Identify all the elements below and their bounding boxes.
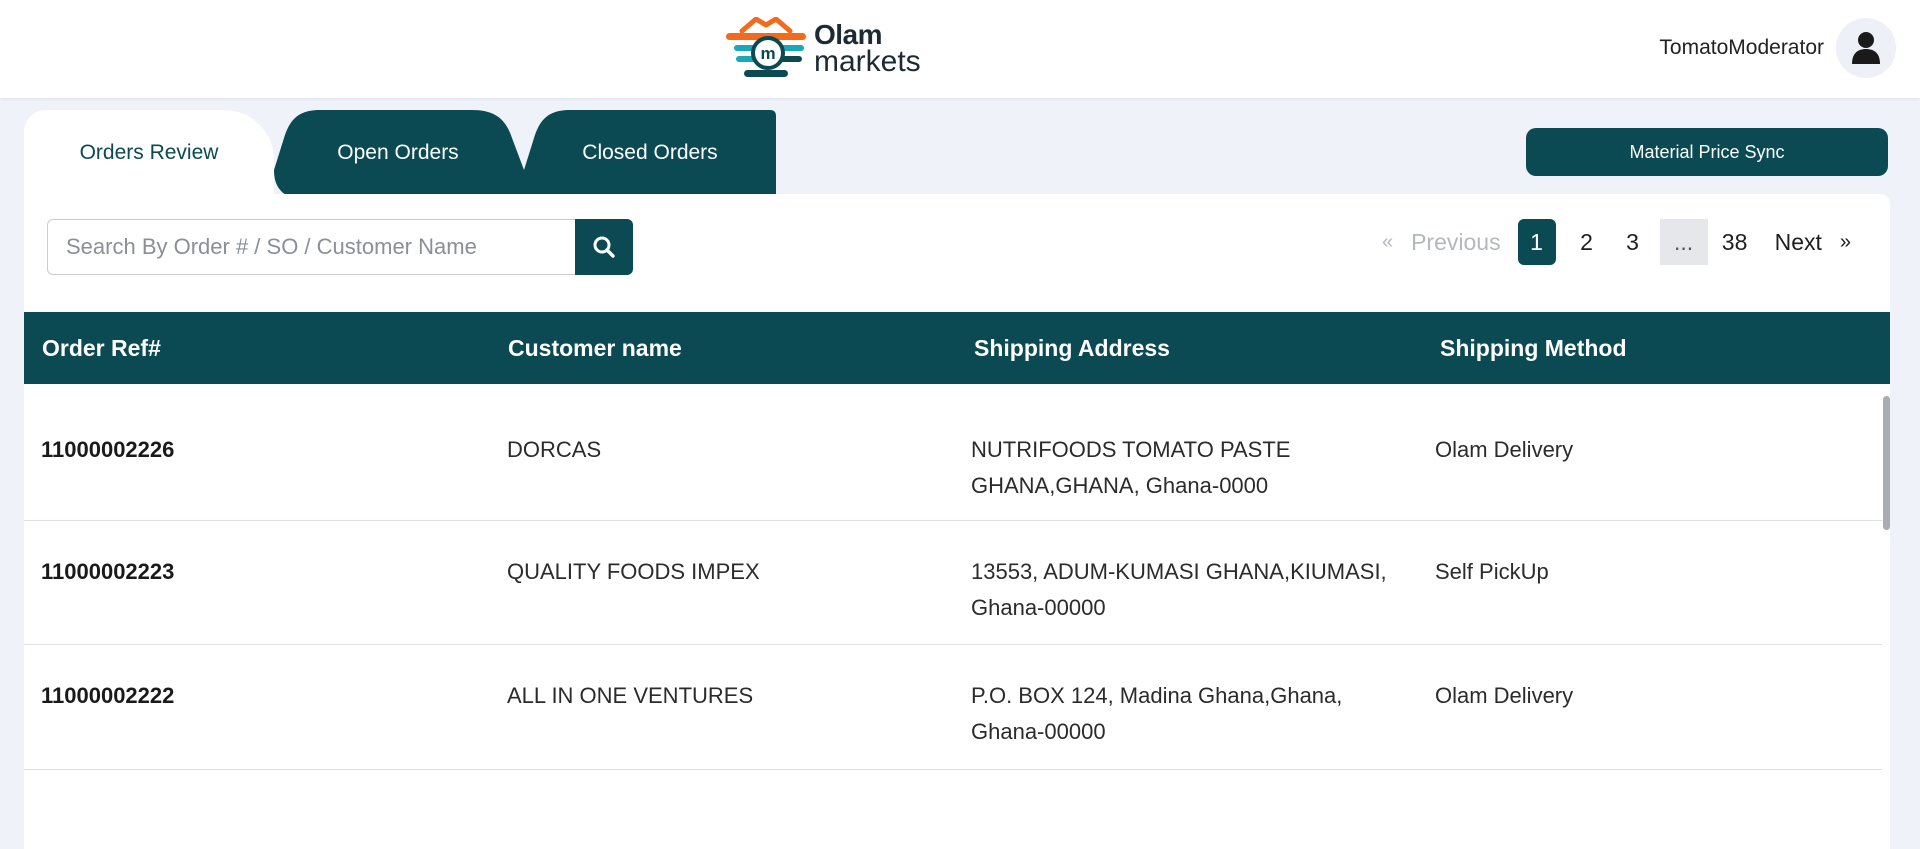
table-header: Order Ref# Customer name Shipping Addres… [24,312,1890,384]
shipping-method: Olam Delivery [1435,683,1574,708]
page-2[interactable]: 2 [1564,219,1610,265]
page-ellipsis[interactable]: ... [1659,219,1708,265]
pagination-next-arrow[interactable]: » [1831,219,1860,265]
shipping-address-line1: P.O. BOX 124, Madina Ghana,Ghana, [971,683,1343,708]
olam-markets-logo[interactable]: m Olam markets [724,17,921,81]
shipping-method: Olam Delivery [1435,437,1574,462]
tab-orders-review-label: Orders Review [79,140,219,164]
pagination-prev-arrow: « [1381,230,1394,253]
customer-name: QUALITY FOODS IMPEX [507,559,760,584]
order-ref[interactable]: 11000002223 [41,554,174,590]
shipping-address-line2: GHANA,GHANA, Ghana-0000 [971,473,1269,498]
tab-closed-orders-label: Closed Orders [582,140,718,164]
table-row[interactable]: 11000002226 DORCAS NUTRIFOODS TOMATO PAS… [24,384,1882,521]
order-ref[interactable]: 11000002226 [41,432,174,468]
search-input[interactable] [47,219,575,275]
user-icon [1852,32,1880,64]
shipping-address: P.O. BOX 124, Madina Ghana,Ghana, Ghana-… [971,678,1411,750]
tab-open-orders[interactable]: Open Orders [272,110,542,195]
page-3[interactable]: 3 [1610,219,1656,265]
search-icon [593,236,615,258]
pagination-next[interactable]: Next [1766,219,1831,265]
customer-name: DORCAS [507,437,602,462]
svg-text:m: m [760,44,775,63]
customer-name: ALL IN ONE VENTURES [507,683,754,708]
table-row[interactable]: 11000002222 ALL IN ONE VENTURES P.O. BOX… [24,645,1882,770]
material-price-sync-button[interactable]: Material Price Sync [1526,128,1888,176]
shipping-address: NUTRIFOODS TOMATO PASTE GHANA,GHANA, Gha… [971,432,1411,504]
shipping-address-line2: Ghana-00000 [971,719,1106,744]
column-header-customer-name[interactable]: Customer name [508,335,682,362]
tab-orders-review[interactable]: Orders Review [24,110,274,195]
basket-logo-icon: m [726,17,806,77]
app-header: m Olam markets TomatoModerator [0,0,1920,98]
user-menu[interactable]: TomatoModerator [1659,18,1896,78]
shipping-address-line1: 13553, ADUM-KUMASI GHANA,KIUMASI, [971,559,1387,584]
page-38[interactable]: 38 [1712,219,1758,265]
pagination-previous: Previous [1411,228,1501,255]
search-button[interactable] [575,219,633,275]
table-row[interactable]: 11000002223 QUALITY FOODS IMPEX 13553, A… [24,521,1882,645]
logo-text-markets: markets [814,45,921,78]
avatar[interactable] [1836,18,1896,78]
order-tabs: Orders Review Closed Orders Open Orders [24,110,776,195]
table-scrollbar[interactable] [1883,396,1890,530]
order-search [47,219,633,275]
tab-open-orders-label: Open Orders [337,140,459,164]
column-header-order-ref[interactable]: Order Ref# [42,335,161,362]
username: TomatoModerator [1659,36,1824,59]
orders-panel: « Previous 1 2 3 ... 38 Next » Order Ref… [24,194,1890,849]
pagination: « Previous 1 2 3 ... 38 Next » [1373,219,1860,265]
shipping-method: Self PickUp [1435,559,1549,584]
page-1[interactable]: 1 [1517,219,1556,265]
orders-table: Order Ref# Customer name Shipping Addres… [24,312,1890,770]
shipping-address: 13553, ADUM-KUMASI GHANA,KIUMASI, Ghana-… [971,554,1411,626]
shipping-address-line1: NUTRIFOODS TOMATO PASTE [971,437,1291,462]
column-header-shipping-method[interactable]: Shipping Method [1440,335,1627,362]
shipping-address-line2: Ghana-00000 [971,595,1106,620]
order-ref[interactable]: 11000002222 [41,678,174,714]
tab-closed-orders[interactable]: Closed Orders [524,110,776,195]
column-header-shipping-address[interactable]: Shipping Address [974,335,1170,362]
